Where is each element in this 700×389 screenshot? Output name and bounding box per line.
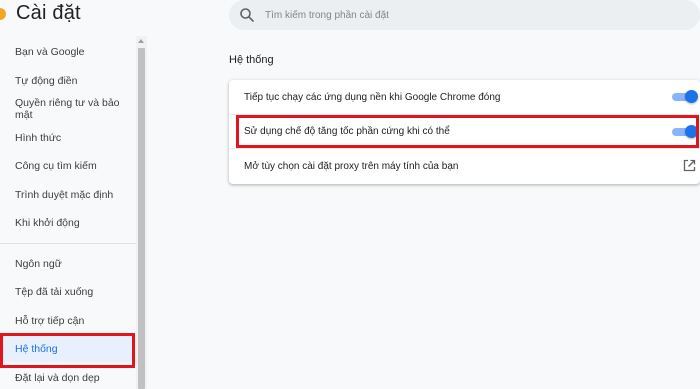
- sidebar-item-default-browser[interactable]: Trình duyệt mặc định: [0, 182, 136, 208]
- system-settings-card: Tiếp tục chạy các ứng dụng nền khi Googl…: [229, 80, 700, 184]
- sidebar-item-downloads[interactable]: Tệp đã tải xuống: [0, 279, 136, 305]
- sidebar-divider: [0, 243, 136, 244]
- scroll-up-arrow-icon[interactable]: [138, 39, 144, 43]
- sidebar-item-search-engine[interactable]: Công cụ tìm kiếm: [0, 153, 136, 179]
- search-icon: [239, 7, 255, 23]
- sidebar-item-you-and-google[interactable]: Bạn và Google: [0, 39, 136, 65]
- sidebar-item-autofill[interactable]: Tự động điền: [0, 68, 136, 94]
- logo-icon: [0, 8, 6, 20]
- sidebar-item-privacy-security[interactable]: Quyền riêng tư và bảo mật: [0, 96, 136, 122]
- setting-row-background-apps: Tiếp tục chạy các ứng dụng nền khi Googl…: [229, 80, 700, 114]
- setting-row-proxy[interactable]: Mở tùy chọn cài đặt proxy trên máy tính …: [229, 148, 700, 184]
- sidebar-item-appearance[interactable]: Hình thức: [0, 125, 136, 151]
- sidebar-item-system[interactable]: Hệ thống: [0, 336, 136, 362]
- setting-label: Tiếp tục chạy các ứng dụng nền khi Googl…: [244, 91, 501, 103]
- external-link-icon[interactable]: [683, 159, 696, 172]
- setting-label: Sử dụng chế độ tăng tốc phần cứng khi có…: [244, 126, 450, 137]
- settings-window: Cài đặt Bạn và Google Tự động điền Quyền…: [0, 0, 700, 389]
- toggle-knob: [685, 125, 698, 138]
- sidebar-item-reset-cleanup[interactable]: Đặt lại và dọn dẹp: [0, 365, 136, 389]
- sidebar-scrollbar[interactable]: [136, 36, 147, 389]
- page-title: Cài đặt: [16, 2, 81, 24]
- sidebar: Bạn và Google Tự động điền Quyền riêng t…: [0, 36, 147, 389]
- search-input[interactable]: [265, 9, 665, 21]
- setting-row-hardware-acceleration: Sử dụng chế độ tăng tốc phần cứng khi có…: [229, 114, 700, 148]
- background-apps-toggle[interactable]: [672, 90, 698, 103]
- sidebar-item-languages[interactable]: Ngôn ngữ: [0, 251, 136, 277]
- sidebar-item-on-startup[interactable]: Khi khởi động: [0, 210, 136, 236]
- sidebar-item-accessibility[interactable]: Hỗ trợ tiếp cận: [0, 308, 136, 334]
- hardware-acceleration-toggle[interactable]: [672, 125, 698, 138]
- setting-label: Mở tùy chọn cài đặt proxy trên máy tính …: [244, 161, 459, 172]
- toggle-knob: [685, 90, 698, 103]
- section-title: Hệ thống: [229, 54, 274, 66]
- search-bar[interactable]: [229, 0, 700, 30]
- scrollbar-thumb[interactable]: [138, 48, 145, 389]
